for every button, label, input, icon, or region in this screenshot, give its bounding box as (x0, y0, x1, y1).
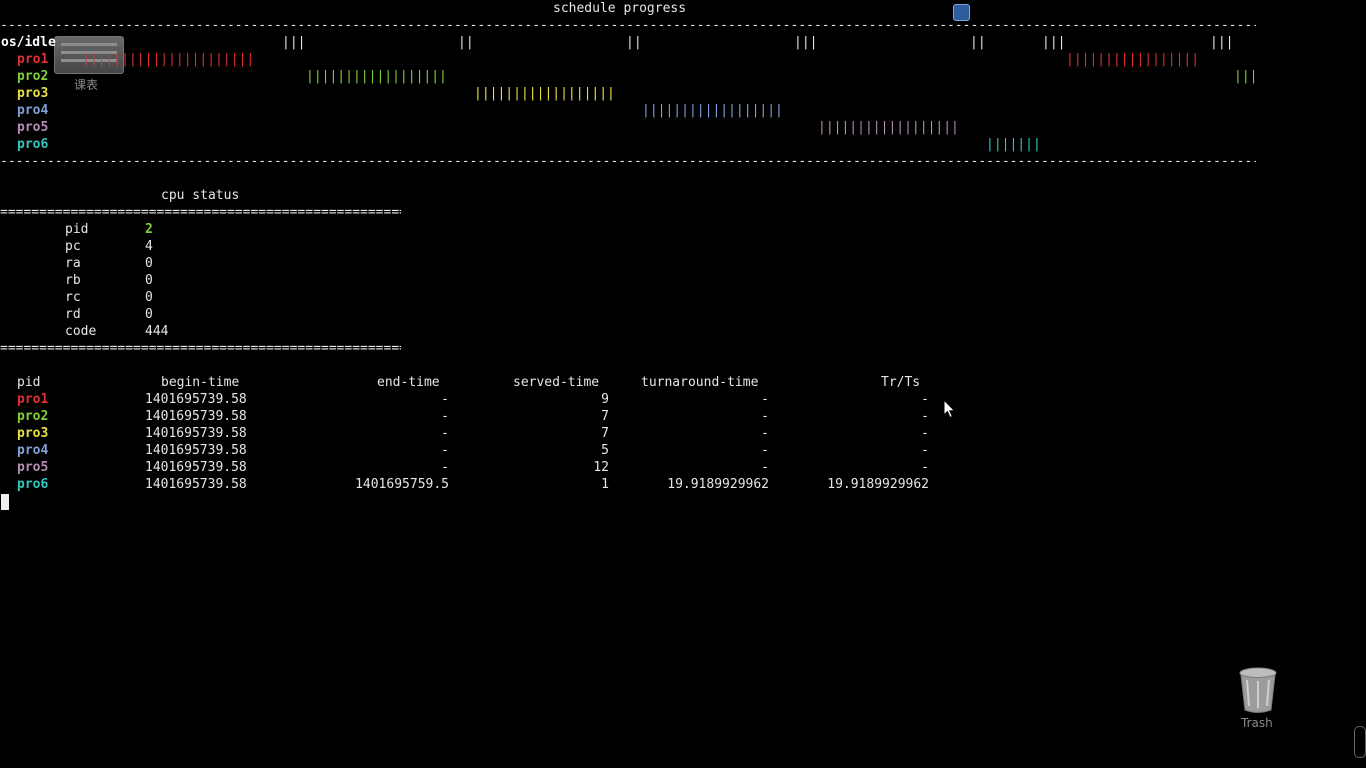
row-tr-ts: 19.9189929962 (827, 477, 929, 492)
idle-seg-2: || (458, 35, 474, 50)
ticks-pro1-a: |||||||||||||||||||||| (82, 52, 255, 67)
table-header-pid: pid (17, 375, 41, 390)
row-served-time: 7 (601, 426, 609, 441)
row-begin-time: 1401695739.58 (145, 460, 247, 475)
cpu-status-divider-bottom: ========================================… (0, 341, 401, 356)
row-served-time: 12 (593, 460, 609, 475)
idle-label: os/idle (1, 35, 56, 50)
row-served-time: 1 (601, 477, 609, 492)
row-pid: pro5 (17, 460, 49, 475)
cpu-key-rb: rb (65, 273, 81, 288)
cpu-value-ra: 0 (145, 256, 153, 271)
row-pid: pro1 (17, 392, 49, 407)
ticks-pro3-a: |||||||||||||||||| (474, 86, 615, 101)
row-tr-ts: - (921, 460, 929, 475)
row-pid: pro2 (17, 409, 49, 424)
mouse-pointer-icon (943, 399, 956, 419)
cpu-value-pid: 2 (145, 222, 153, 237)
process-label-pro6: pro6 (17, 137, 49, 152)
idle-seg-1: ||| (282, 35, 306, 50)
row-begin-time: 1401695739.58 (145, 392, 247, 407)
cpu-key-code: code (65, 324, 97, 339)
row-turnaround-time: - (761, 443, 769, 458)
scrollbar-thumb[interactable] (1354, 726, 1366, 758)
cpu-key-pid: pid (65, 222, 89, 237)
row-begin-time: 1401695739.58 (145, 426, 247, 441)
trash-label: Trash (1241, 716, 1273, 730)
cpu-key-rd: rd (65, 307, 81, 322)
schedule-widget-label: 课表 (74, 78, 99, 92)
row-tr-ts: - (921, 409, 929, 424)
row-begin-time: 1401695739.58 (145, 477, 247, 492)
row-turnaround-time: - (761, 409, 769, 424)
idle-seg-4: ||| (794, 35, 818, 50)
cpu-status-title: cpu status (161, 188, 240, 203)
row-turnaround-time: - (761, 460, 769, 475)
divider-top: ----------------------------------------… (0, 18, 1256, 33)
row-end-time: 1401695759.5 (355, 477, 449, 492)
tray-app-icon[interactable] (953, 4, 970, 21)
row-pid: pro3 (17, 426, 49, 441)
divider-bottom: ----------------------------------------… (0, 154, 1256, 169)
row-end-time: - (441, 426, 449, 441)
row-pid: pro4 (17, 443, 49, 458)
idle-seg-7: ||| (1210, 35, 1234, 50)
row-tr-ts: - (921, 392, 929, 407)
cpu-key-pc: pc (65, 239, 81, 254)
schedule-title: schedule progress (553, 1, 687, 16)
row-begin-time: 1401695739.58 (145, 443, 247, 458)
ticks-pro2-b: ||| (1234, 69, 1258, 84)
ticks-pro5-a: |||||||||||||||||| (818, 120, 959, 135)
table-header-end-time: end-time (377, 375, 440, 390)
terminal-cursor (1, 494, 9, 510)
trash-icon[interactable] (1237, 666, 1279, 714)
row-end-time: - (441, 460, 449, 475)
ticks-pro4-a: |||||||||||||||||| (642, 103, 783, 118)
cpu-value-rb: 0 (145, 273, 153, 288)
cpu-value-rc: 0 (145, 290, 153, 305)
table-header-tr-ts: Tr/Ts (881, 375, 921, 390)
cpu-value-code: 444 (145, 324, 169, 339)
ticks-pro1-b: ||||||||||||||||| (1066, 52, 1200, 67)
row-tr-ts: - (921, 443, 929, 458)
process-label-pro5: pro5 (17, 120, 49, 135)
row-served-time: 7 (601, 409, 609, 424)
process-label-pro1: pro1 (17, 52, 49, 67)
cpu-key-rc: rc (65, 290, 81, 305)
row-end-time: - (441, 409, 449, 424)
cpu-value-pc: 4 (145, 239, 153, 254)
cpu-key-ra: ra (65, 256, 81, 271)
row-turnaround-time: 19.9189929962 (667, 477, 769, 492)
row-begin-time: 1401695739.58 (145, 409, 247, 424)
table-header-served-time: served-time (513, 375, 600, 390)
row-tr-ts: - (921, 426, 929, 441)
cpu-status-divider-top: ========================================… (0, 205, 401, 220)
row-served-time: 9 (601, 392, 609, 407)
process-label-pro3: pro3 (17, 86, 49, 101)
row-served-time: 5 (601, 443, 609, 458)
row-end-time: - (441, 392, 449, 407)
idle-seg-5: || (970, 35, 986, 50)
row-turnaround-time: - (761, 426, 769, 441)
row-turnaround-time: - (761, 392, 769, 407)
row-pid: pro6 (17, 477, 49, 492)
ticks-pro6-a: ||||||| (986, 137, 1041, 152)
process-label-pro4: pro4 (17, 103, 49, 118)
idle-seg-6: ||| (1042, 35, 1066, 50)
table-header-turnaround-time: turnaround-time (641, 375, 759, 390)
cpu-value-rd: 0 (145, 307, 153, 322)
process-label-pro2: pro2 (17, 69, 49, 84)
idle-seg-3: || (626, 35, 642, 50)
ticks-pro2-a: |||||||||||||||||| (306, 69, 447, 84)
table-header-begin-time: begin-time (161, 375, 240, 390)
row-end-time: - (441, 443, 449, 458)
